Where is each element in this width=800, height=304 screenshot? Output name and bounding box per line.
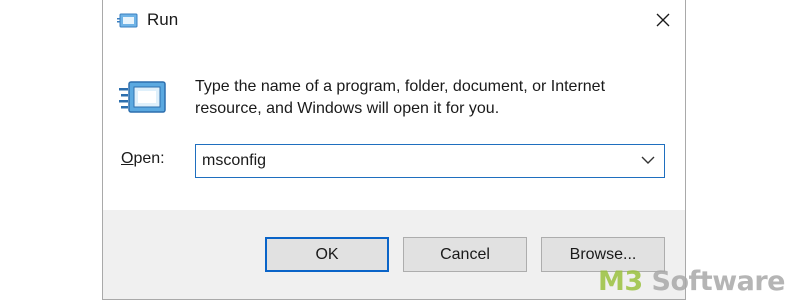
watermark-brand-start: M3 <box>598 266 643 297</box>
close-icon <box>655 12 671 33</box>
close-button[interactable] <box>641 0 685 44</box>
watermark-brand-rest: Software <box>642 266 786 297</box>
open-combobox[interactable] <box>195 144 665 178</box>
title-bar[interactable]: Run <box>103 0 685 44</box>
description-text: Type the name of a program, folder, docu… <box>195 78 606 117</box>
window-title: Run <box>147 10 179 29</box>
dialog-body: Type the name of a program, folder, docu… <box>103 44 685 210</box>
chevron-down-icon[interactable] <box>636 145 660 176</box>
open-label-rest: pen: <box>133 150 165 167</box>
open-label: Open: <box>121 150 165 168</box>
cancel-button[interactable]: Cancel <box>403 237 527 272</box>
m3-software-watermark: M3 Software <box>598 266 786 297</box>
run-large-icon <box>119 78 169 118</box>
open-label-mnemonic: O <box>121 150 134 167</box>
ok-button[interactable]: OK <box>265 237 389 272</box>
run-icon <box>117 12 139 30</box>
open-input[interactable] <box>202 145 622 176</box>
run-dialog: Run Type the name of a program, folder, … <box>102 0 686 300</box>
